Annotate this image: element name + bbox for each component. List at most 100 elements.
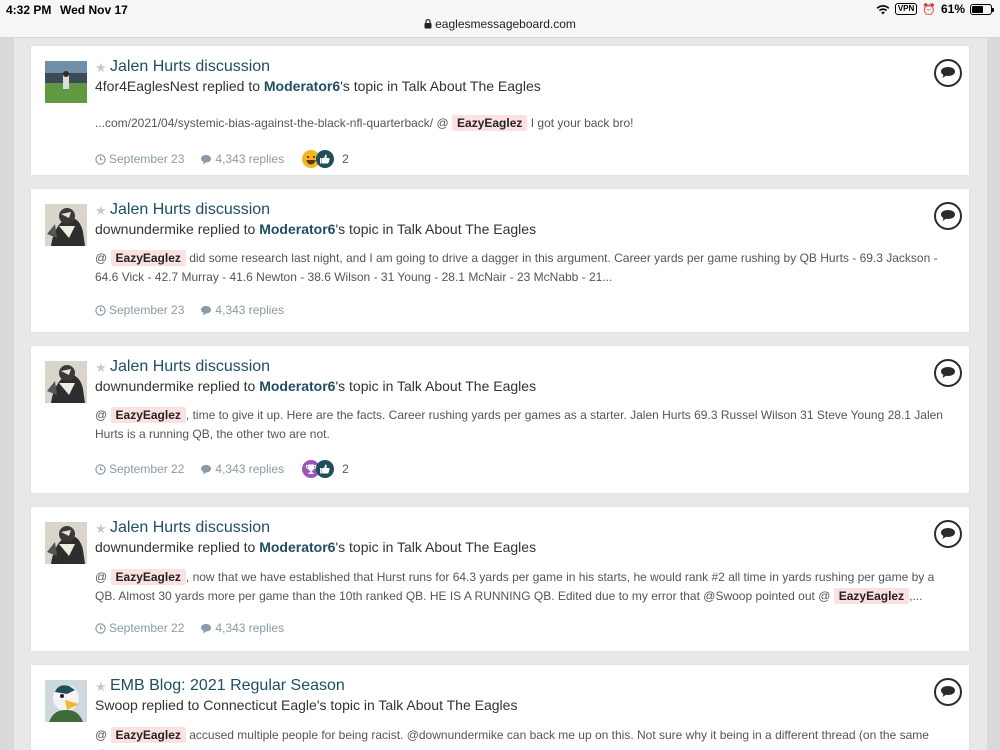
post-meta: September 23 4,343 replies 2: [95, 150, 349, 168]
topic-suffix: 's topic in Talk About The Eagles: [316, 697, 518, 713]
post-excerpt: @ EazyEaglez, now that we have establish…: [95, 568, 947, 606]
post-meta: September 22 4,343 replies 2: [95, 460, 349, 478]
user-mention[interactable]: EazyEaglez: [452, 115, 528, 131]
avatar[interactable]: [45, 361, 87, 403]
user-mention[interactable]: EazyEaglez: [110, 407, 186, 423]
post-title[interactable]: Jalen Hurts discussion: [110, 519, 270, 537]
status-right: VPN ⏰ 61%: [876, 2, 994, 16]
author-name[interactable]: downundermike: [95, 221, 194, 237]
user-mention[interactable]: EazyEaglez: [110, 250, 186, 266]
comment-bubble-icon[interactable]: [933, 677, 963, 707]
post-date[interactable]: September 22: [95, 621, 184, 635]
excerpt-text: @: [95, 570, 108, 584]
excerpt-text: I got your back bro!: [527, 116, 634, 130]
topic-owner[interactable]: Moderator6: [259, 539, 335, 555]
author-name[interactable]: downundermike: [95, 539, 194, 555]
author-name[interactable]: 4for4EaglesNest: [95, 78, 199, 94]
post-date[interactable]: September 23: [95, 303, 184, 317]
follow-star-icon[interactable]: ★: [95, 521, 107, 537]
author-name[interactable]: Swoop: [95, 697, 138, 713]
user-mention[interactable]: EazyEaglez: [110, 727, 186, 743]
battery-percent: 61%: [940, 2, 965, 16]
post-excerpt: @ EazyEaglez accused multiple people for…: [95, 726, 947, 750]
follow-star-icon[interactable]: ★: [95, 360, 107, 376]
post-subline: downundermike replied to Moderator6's to…: [95, 221, 536, 237]
url-text: eaglesmessageboard.com: [435, 17, 576, 31]
topic-owner[interactable]: Moderator6: [264, 78, 340, 94]
topic-owner[interactable]: Moderator6: [259, 221, 335, 237]
topic-suffix: 's topic in Talk About The Eagles: [340, 78, 541, 94]
comment-bubble-icon[interactable]: [933, 58, 963, 88]
post-subline: downundermike replied to Moderator6's to…: [95, 378, 536, 394]
reactions[interactable]: 2: [302, 150, 349, 168]
avatar[interactable]: [45, 522, 87, 564]
comment-bubble-icon[interactable]: [933, 519, 963, 549]
reply-count[interactable]: 4,343 replies: [200, 462, 284, 476]
vpn-badge: VPN: [894, 3, 918, 15]
excerpt-text: ,...: [909, 589, 923, 603]
replies-text: 4,343 replies: [215, 621, 285, 635]
follow-star-icon[interactable]: ★: [95, 60, 107, 76]
url-bar[interactable]: eaglesmessageboard.com: [0, 17, 1000, 31]
clock-icon: [95, 622, 106, 634]
follow-star-icon[interactable]: ★: [95, 203, 107, 219]
action-text: replied to: [193, 378, 260, 394]
post-excerpt: @ EazyEaglez, time to give it up. Here a…: [95, 406, 947, 444]
comment-bubble-icon[interactable]: [933, 358, 963, 388]
excerpt-text: @: [95, 728, 108, 742]
post-meta: September 23 4,343 replies: [95, 303, 300, 317]
replies-text: 4,343 replies: [215, 152, 285, 166]
post-date[interactable]: September 22: [95, 462, 184, 476]
clock-icon: [95, 304, 106, 316]
date-text: September 22: [109, 621, 185, 635]
post-meta: September 22 4,343 replies: [95, 621, 300, 635]
activity-card: ★ EMB Blog: 2021 Regular Season Swoop re…: [30, 664, 970, 750]
user-mention[interactable]: EazyEaglez: [110, 569, 186, 585]
post-date[interactable]: September 23: [95, 152, 184, 166]
reply-count[interactable]: 4,343 replies: [200, 303, 284, 317]
action-text: replied to: [193, 221, 260, 237]
post-excerpt: ...com/2021/04/systemic-bias-against-the…: [95, 114, 947, 133]
replies-text: 4,343 replies: [215, 462, 285, 476]
post-title[interactable]: Jalen Hurts discussion: [110, 358, 270, 376]
date-text: September 23: [109, 303, 185, 317]
avatar[interactable]: [45, 680, 87, 722]
excerpt-text: ...com/2021/04/systemic-bias-against-the…: [95, 116, 449, 130]
excerpt-text: , time to give it up. Here are the facts…: [95, 408, 943, 441]
comment-bubble-icon[interactable]: [933, 201, 963, 231]
battery-icon: [970, 3, 994, 15]
clock-icon: [95, 153, 106, 165]
topic-owner[interactable]: Connecticut Eagle: [203, 697, 317, 713]
topic-owner[interactable]: Moderator6: [259, 378, 335, 394]
status-date: Wed Nov 17: [60, 3, 128, 17]
like-reaction-icon: [316, 460, 335, 478]
activity-card: ★ Jalen Hurts discussion downundermike r…: [30, 506, 970, 652]
battery-fill: [972, 5, 983, 13]
post-title[interactable]: Jalen Hurts discussion: [110, 201, 270, 219]
follow-star-icon[interactable]: ★: [95, 679, 107, 695]
activity-stream: ★ Jalen Hurts discussion 4for4EaglesNest…: [14, 38, 987, 750]
reply-count[interactable]: 4,343 replies: [200, 621, 284, 635]
replies-text: 4,343 replies: [215, 303, 285, 317]
avatar[interactable]: [45, 61, 87, 103]
comment-icon: [201, 154, 212, 164]
topic-suffix: 's topic in Talk About The Eagles: [335, 539, 537, 555]
post-title[interactable]: Jalen Hurts discussion: [110, 58, 270, 76]
date-text: September 22: [109, 462, 185, 476]
avatar[interactable]: [45, 204, 87, 246]
activity-card: ★ Jalen Hurts discussion 4for4EaglesNest…: [30, 45, 970, 176]
post-title[interactable]: EMB Blog: 2021 Regular Season: [110, 677, 345, 695]
post-subline: 4for4EaglesNest replied to Moderator6's …: [95, 78, 541, 94]
action-text: replied to: [198, 78, 264, 94]
topic-suffix: 's topic in Talk About The Eagles: [335, 378, 537, 394]
excerpt-text: accused multiple people for being racist…: [95, 728, 929, 750]
reply-count[interactable]: 4,343 replies: [200, 152, 284, 166]
status-time: 4:32 PM: [6, 3, 52, 17]
reaction-count: 2: [342, 462, 349, 476]
reactions[interactable]: 2: [302, 460, 349, 478]
activity-card: ★ Jalen Hurts discussion downundermike r…: [30, 345, 970, 494]
topic-suffix: 's topic in Talk About The Eagles: [335, 221, 537, 237]
excerpt-text: @: [95, 251, 108, 265]
user-mention[interactable]: EazyEaglez: [833, 588, 910, 604]
author-name[interactable]: downundermike: [95, 378, 194, 394]
